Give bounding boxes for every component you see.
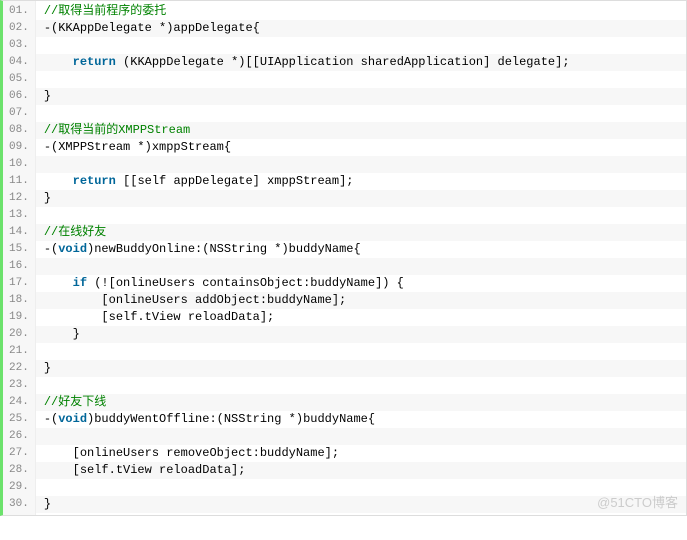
line-number: 06. xyxy=(3,88,35,105)
code-line xyxy=(36,479,686,496)
line-number: 24. xyxy=(3,394,35,411)
code-token xyxy=(44,276,73,290)
line-number: 28. xyxy=(3,462,35,479)
code-token: -(KKAppDelegate *)appDelegate{ xyxy=(44,21,260,35)
line-number: 07. xyxy=(3,105,35,122)
code-token: } xyxy=(44,89,51,103)
code-line xyxy=(36,37,686,54)
code-line xyxy=(36,207,686,224)
code-line: } xyxy=(36,326,686,343)
line-number: 20. xyxy=(3,326,35,343)
code-line: return [[self appDelegate] xmppStream]; xyxy=(36,173,686,190)
code-line: -(KKAppDelegate *)appDelegate{ xyxy=(36,20,686,37)
watermark: @51CTO博客 xyxy=(597,492,678,511)
code-token: [onlineUsers addObject:buddyName]; xyxy=(44,293,346,307)
line-number: 21. xyxy=(3,343,35,360)
code-block: 01.02.03.04.05.06.07.08.09.10.11.12.13.1… xyxy=(0,0,687,516)
code-line: return (KKAppDelegate *)[[UIApplication … xyxy=(36,54,686,71)
line-number: 30. xyxy=(3,496,35,513)
line-number-gutter: 01.02.03.04.05.06.07.08.09.10.11.12.13.1… xyxy=(3,1,36,515)
code-token: //取得当前的XMPPStream xyxy=(44,123,190,137)
line-number: 12. xyxy=(3,190,35,207)
code-line xyxy=(36,258,686,275)
code-line: [onlineUsers addObject:buddyName]; xyxy=(36,292,686,309)
line-number: 03. xyxy=(3,37,35,54)
code-token: (![onlineUsers containsObject:buddyName]… xyxy=(87,276,404,290)
code-line: } xyxy=(36,496,686,513)
line-number: 14. xyxy=(3,224,35,241)
code-token: [onlineUsers removeObject:buddyName]; xyxy=(44,446,339,460)
code-token xyxy=(44,174,73,188)
code-token: } xyxy=(44,361,51,375)
code-area: //取得当前程序的委托 -(KKAppDelegate *)appDelegate… xyxy=(36,1,686,515)
code-line xyxy=(36,377,686,394)
line-number: 29. xyxy=(3,479,35,496)
line-number: 10. xyxy=(3,156,35,173)
code-line xyxy=(36,428,686,445)
code-line xyxy=(36,71,686,88)
code-line: -(void)newBuddyOnline:(NSString *)buddyN… xyxy=(36,241,686,258)
line-number: 04. xyxy=(3,54,35,71)
code-line: //好友下线 xyxy=(36,394,686,411)
code-line: if (![onlineUsers containsObject:buddyNa… xyxy=(36,275,686,292)
line-number: 23. xyxy=(3,377,35,394)
code-token: )buddyWentOffline:(NSString *)buddyName{ xyxy=(87,412,375,426)
code-line xyxy=(36,343,686,360)
code-line: } xyxy=(36,190,686,207)
line-number: 18. xyxy=(3,292,35,309)
code-token: return xyxy=(73,55,116,69)
code-token: -( xyxy=(44,412,58,426)
code-line xyxy=(36,156,686,173)
code-line xyxy=(36,105,686,122)
code-token: [self.tView reloadData]; xyxy=(44,463,246,477)
code-line: //在线好友 xyxy=(36,224,686,241)
code-line: //取得当前程序的委托 xyxy=(36,3,686,20)
line-number: 08. xyxy=(3,122,35,139)
code-line: -(void)buddyWentOffline:(NSString *)budd… xyxy=(36,411,686,428)
code-token: void xyxy=(58,412,87,426)
code-token: [[self appDelegate] xmppStream]; xyxy=(116,174,354,188)
line-number: 27. xyxy=(3,445,35,462)
code-line: [self.tView reloadData]; xyxy=(36,462,686,479)
code-token: } xyxy=(44,327,80,341)
code-token: void xyxy=(58,242,87,256)
code-token: -( xyxy=(44,242,58,256)
line-number: 17. xyxy=(3,275,35,292)
line-number: 05. xyxy=(3,71,35,88)
code-token xyxy=(44,55,73,69)
code-line: //取得当前的XMPPStream xyxy=(36,122,686,139)
line-number: 11. xyxy=(3,173,35,190)
line-number: 15. xyxy=(3,241,35,258)
line-number: 01. xyxy=(3,3,35,20)
code-token: } xyxy=(44,191,51,205)
code-token: //在线好友 xyxy=(44,225,106,239)
line-number: 13. xyxy=(3,207,35,224)
code-token: if xyxy=(73,276,87,290)
line-number: 25. xyxy=(3,411,35,428)
line-number: 19. xyxy=(3,309,35,326)
code-token: return xyxy=(73,174,116,188)
code-line: } xyxy=(36,360,686,377)
code-token: (KKAppDelegate *)[[UIApplication sharedA… xyxy=(116,55,570,69)
code-line: [onlineUsers removeObject:buddyName]; xyxy=(36,445,686,462)
code-token: } xyxy=(44,497,51,511)
code-line: -(XMPPStream *)xmppStream{ xyxy=(36,139,686,156)
line-number: 26. xyxy=(3,428,35,445)
code-token: -(XMPPStream *)xmppStream{ xyxy=(44,140,231,154)
line-number: 09. xyxy=(3,139,35,156)
line-number: 02. xyxy=(3,20,35,37)
code-token: )newBuddyOnline:(NSString *)buddyName{ xyxy=(87,242,361,256)
code-line: [self.tView reloadData]; xyxy=(36,309,686,326)
code-token: [self.tView reloadData]; xyxy=(44,310,274,324)
line-number: 16. xyxy=(3,258,35,275)
code-token: //好友下线 xyxy=(44,395,106,409)
code-line: } xyxy=(36,88,686,105)
code-token: //取得当前程序的委托 xyxy=(44,4,166,18)
line-number: 22. xyxy=(3,360,35,377)
